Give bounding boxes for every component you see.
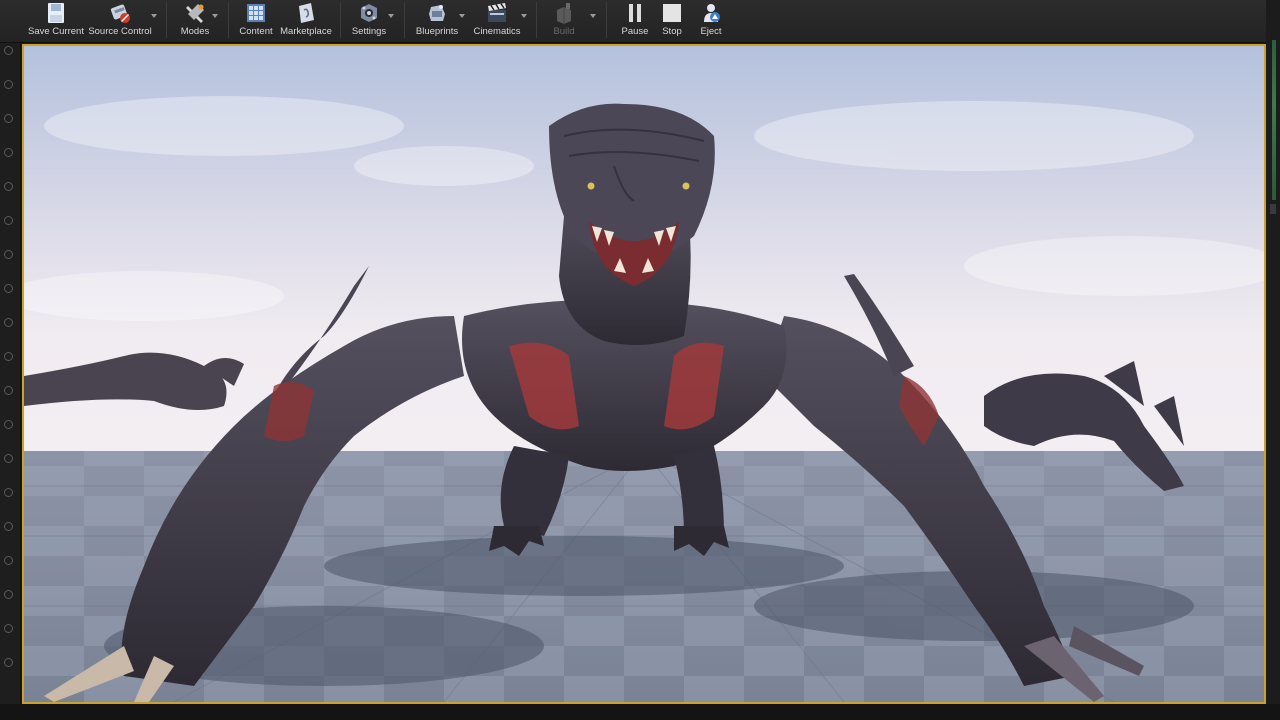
settings-icon xyxy=(361,4,377,22)
panel-dot-icon[interactable] xyxy=(4,522,13,531)
settings-label: Settings xyxy=(351,26,387,37)
panel-dot-icon[interactable] xyxy=(4,624,13,633)
right-eye xyxy=(682,182,690,190)
source-control-icon xyxy=(110,4,130,23)
marketplace-icon xyxy=(299,3,314,23)
panel-dot-icon[interactable] xyxy=(4,488,13,497)
eject-icon xyxy=(704,4,720,22)
stop-icon xyxy=(663,4,681,22)
toolbar-separator xyxy=(228,2,229,38)
panel-dot-icon[interactable] xyxy=(4,284,13,293)
panel-dot-icon[interactable] xyxy=(4,114,13,123)
panel-dot-icon[interactable] xyxy=(4,556,13,565)
stop-label: Stop xyxy=(662,26,682,37)
toolbar-separator xyxy=(166,2,167,38)
panel-dot-icon[interactable] xyxy=(4,80,13,89)
panel-dot-icon[interactable] xyxy=(4,148,13,157)
cinematics-icon xyxy=(488,3,506,22)
toolbar-separator xyxy=(606,2,607,38)
panel-dot-icon[interactable] xyxy=(4,352,13,361)
content-button[interactable]: Content xyxy=(238,0,274,42)
modes-label: Modes xyxy=(180,26,210,37)
source-control-dropdown-icon[interactable] xyxy=(151,14,157,18)
save-icon xyxy=(48,3,64,23)
build-button[interactable]: Build xyxy=(546,0,582,42)
content-label: Content xyxy=(239,26,273,37)
bottom-status-strip xyxy=(0,704,1280,720)
build-icon xyxy=(557,3,571,24)
modes-icon xyxy=(186,4,204,23)
main-toolbar: Save Current Source Control Modes Conten… xyxy=(0,0,1280,43)
marketplace-label: Marketplace xyxy=(280,26,332,37)
right-panel-scrollbar[interactable] xyxy=(1272,40,1276,200)
stop-button[interactable]: Stop xyxy=(656,0,688,42)
toolbar-separator xyxy=(340,2,341,38)
pause-button[interactable]: Pause xyxy=(618,0,652,42)
build-dropdown-icon[interactable] xyxy=(590,14,596,18)
panel-dot-icon[interactable] xyxy=(4,318,13,327)
source-control-label: Source Control xyxy=(88,26,152,37)
toolbar-separator xyxy=(536,2,537,38)
viewport-scene xyxy=(24,46,1264,702)
toolbar-separator xyxy=(404,2,405,38)
modes-button[interactable]: Modes xyxy=(176,0,214,42)
content-icon xyxy=(247,4,265,22)
level-viewport[interactable] xyxy=(22,44,1266,704)
modes-dropdown-icon[interactable] xyxy=(212,14,218,18)
left-panel-strip xyxy=(0,0,21,720)
panel-dot-icon[interactable] xyxy=(4,386,13,395)
panel-dot-icon[interactable] xyxy=(4,250,13,259)
marketplace-button[interactable]: Marketplace xyxy=(278,0,334,42)
blueprints-button[interactable]: Blueprints xyxy=(414,0,460,42)
panel-dot-icon[interactable] xyxy=(4,420,13,429)
panel-dot-icon[interactable] xyxy=(4,216,13,225)
save-current-button[interactable]: Save Current xyxy=(28,0,84,42)
cinematics-dropdown-icon[interactable] xyxy=(521,14,527,18)
panel-dot-icon[interactable] xyxy=(4,182,13,191)
panel-dot-icon[interactable] xyxy=(4,454,13,463)
pause-icon xyxy=(629,4,641,22)
blueprints-icon xyxy=(429,5,445,21)
settings-dropdown-icon[interactable] xyxy=(388,14,394,18)
eject-button[interactable]: Eject xyxy=(694,0,728,42)
blueprints-label: Blueprints xyxy=(415,26,459,37)
save-current-label: Save Current xyxy=(28,26,84,37)
eject-label: Eject xyxy=(700,26,722,37)
left-eye xyxy=(587,182,595,190)
panel-dot-icon[interactable] xyxy=(4,590,13,599)
pause-label: Pause xyxy=(621,26,649,37)
source-control-button[interactable]: Source Control xyxy=(88,0,152,42)
blueprints-dropdown-icon[interactable] xyxy=(459,14,465,18)
right-panel-tab[interactable] xyxy=(1270,204,1276,214)
settings-button[interactable]: Settings xyxy=(348,0,390,42)
panel-dot-icon[interactable] xyxy=(4,658,13,667)
cinematics-button[interactable]: Cinematics xyxy=(472,0,522,42)
panel-dot-icon[interactable] xyxy=(4,46,13,55)
build-label: Build xyxy=(553,26,575,37)
cinematics-label: Cinematics xyxy=(473,26,521,37)
